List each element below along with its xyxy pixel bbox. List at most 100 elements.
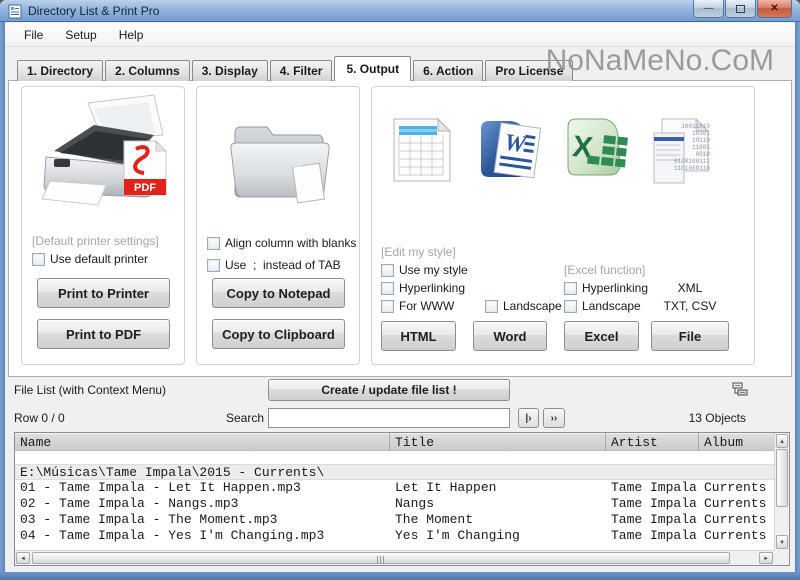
scroll-right-button[interactable]: ►	[759, 552, 773, 564]
watermark: NoNaMeNo.CoM	[546, 44, 774, 78]
excel-function-link[interactable]: [Excel function]	[564, 263, 645, 277]
titlebar[interactable]: Directory List & Print Pro — ✕	[0, 0, 800, 22]
cell-album: Currents	[699, 480, 774, 496]
create-update-list-button[interactable]: Create / update file list !	[268, 379, 510, 401]
close-button[interactable]: ✕	[757, 0, 792, 18]
column-header-artist[interactable]: Artist	[606, 433, 699, 451]
html-button[interactable]: HTML	[381, 321, 456, 351]
folder-icon	[225, 113, 335, 218]
scroll-right-icon: ►	[764, 555, 768, 562]
tree-view-button[interactable]	[729, 379, 749, 399]
checkbox-icon	[564, 282, 577, 295]
checkbox-label: Align column with blanks	[225, 236, 356, 250]
directory-path-row[interactable]: E:\Músicas\Tame Impala\2015 - Currents\	[15, 464, 774, 480]
search-next-button[interactable]: |›	[518, 408, 539, 428]
table-row[interactable]: 01 - Tame Impala - Let It Happen.mp3 Let…	[15, 480, 774, 496]
app-window: Directory List & Print Pro — ✕ File Setu…	[0, 0, 800, 580]
search-all-icon: ››	[551, 413, 558, 424]
print-to-printer-button[interactable]: Print to Printer	[37, 278, 170, 308]
column-header-name[interactable]: Name	[15, 433, 390, 451]
cell-title: Let It Happen	[390, 480, 606, 496]
edit-my-style-link[interactable]: [Edit my style]	[381, 245, 456, 259]
column-header-album[interactable]: Album	[699, 433, 774, 451]
table-body: E:\Músicas\Tame Impala\2015 - Currents\ …	[15, 451, 774, 544]
scroll-left-icon: ◄	[21, 555, 25, 562]
cell-artist: Tame Impala	[606, 480, 699, 496]
use-default-printer-checkbox[interactable]: Use default printer	[32, 252, 148, 266]
checkbox-label: For WWW	[399, 299, 454, 313]
for-www-checkbox[interactable]: For WWW	[381, 299, 454, 313]
txt-csv-label: TXT, CSV	[651, 299, 729, 313]
tree-icon	[731, 381, 748, 397]
cell-name: 03 - Tame Impala - The Moment.mp3	[15, 512, 390, 528]
search-input[interactable]	[268, 408, 510, 428]
semicolon-checkbox[interactable]: Use ; instead of TAB	[207, 258, 341, 272]
checkbox-label: Use default printer	[50, 252, 148, 266]
tab-display[interactable]: 3. Display	[192, 60, 268, 81]
default-printer-settings-link[interactable]: [Default printer settings]	[32, 234, 159, 248]
checkbox-icon	[381, 300, 394, 313]
landscape-word-checkbox[interactable]: Landscape	[485, 299, 562, 313]
landscape-excel-checkbox[interactable]: Landscape	[564, 299, 641, 313]
window-border-bottom	[0, 572, 800, 580]
scroll-up-icon: ▲	[780, 438, 784, 445]
excel-icon: X	[562, 115, 632, 188]
table-row[interactable]: 02 - Tame Impala - Nangs.mp3 Nangs Tame …	[15, 496, 774, 512]
table-header: Name Title Artist Album	[15, 433, 774, 451]
tab-output[interactable]: 5. Output	[334, 56, 411, 81]
file-list-table: Name Title Artist Album E:\Músicas\Tame …	[14, 432, 790, 566]
horizontal-scroll-thumb[interactable]	[32, 552, 730, 564]
scroll-up-button[interactable]: ▲	[776, 434, 788, 448]
checkbox-icon	[207, 237, 220, 250]
tab-filter[interactable]: 4. Filter	[270, 60, 333, 81]
printer-pdf-icon: PDF	[36, 93, 174, 226]
app-icon[interactable]	[8, 4, 23, 24]
checkbox-label: Use ; instead of TAB	[225, 258, 341, 272]
close-icon: ✕	[770, 3, 778, 14]
align-columns-checkbox[interactable]: Align column with blanks	[207, 236, 356, 250]
scroll-left-button[interactable]: ◄	[16, 552, 30, 564]
word-button[interactable]: Word	[473, 321, 547, 351]
menu-file[interactable]: File	[13, 25, 54, 45]
copy-to-notepad-button[interactable]: Copy to Notepad	[212, 278, 345, 308]
copy-to-clipboard-button[interactable]: Copy to Clipboard	[212, 319, 345, 349]
horizontal-scrollbar[interactable]: ◄ ►	[15, 550, 774, 565]
minimize-button[interactable]: —	[693, 0, 724, 18]
tab-directory[interactable]: 1. Directory	[17, 60, 103, 81]
checkbox-label: Use my style	[399, 263, 468, 277]
cell-title: Nangs	[390, 496, 606, 512]
menu-help[interactable]: Help	[108, 25, 155, 45]
search-label: Search	[226, 411, 264, 425]
column-header-title[interactable]: Title	[390, 433, 606, 451]
hyperlinking-html-checkbox[interactable]: Hyperlinking	[381, 281, 465, 295]
tab-strip: 1. Directory 2. Columns 3. Display 4. Fi…	[17, 56, 575, 81]
table-row[interactable]: 04 - Tame Impala - Yes I'm Changing.mp3 …	[15, 528, 774, 544]
row-counter: Row 0 / 0	[14, 411, 65, 425]
menu-setup[interactable]: Setup	[54, 25, 107, 45]
checkbox-label: Hyperlinking	[582, 281, 648, 295]
scrollbar-corner	[774, 550, 789, 565]
vertical-scroll-thumb[interactable]	[776, 449, 788, 507]
checkbox-label: Landscape	[503, 299, 562, 313]
checkbox-icon	[381, 264, 394, 277]
table-row[interactable]: 03 - Tame Impala - The Moment.mp3 The Mo…	[15, 512, 774, 528]
maximize-button[interactable]	[725, 0, 756, 18]
tab-action[interactable]: 6. Action	[413, 60, 483, 81]
binary-file-icon: 10011010 10101 10110 11001 0010 01001001…	[650, 117, 712, 192]
printer-panel: PDF [Default printer settings] Use defau…	[21, 86, 185, 365]
checkbox-icon	[32, 253, 45, 266]
word-icon: W	[475, 115, 543, 188]
excel-button[interactable]: Excel	[564, 321, 639, 351]
search-all-button[interactable]: ››	[543, 408, 565, 428]
checkbox-icon	[485, 300, 498, 313]
scroll-down-button[interactable]: ▼	[776, 535, 788, 549]
hyperlinking-excel-checkbox[interactable]: Hyperlinking	[564, 281, 648, 295]
svg-text:PDF: PDF	[134, 182, 156, 194]
use-my-style-checkbox[interactable]: Use my style	[381, 263, 468, 277]
tab-columns[interactable]: 2. Columns	[105, 60, 190, 81]
print-to-pdf-button[interactable]: Print to PDF	[37, 319, 170, 349]
table-empty-row	[15, 451, 774, 464]
file-button[interactable]: File	[651, 321, 729, 351]
cell-artist: Tame Impala	[606, 496, 699, 512]
vertical-scrollbar[interactable]: ▲ ▼	[774, 433, 789, 550]
